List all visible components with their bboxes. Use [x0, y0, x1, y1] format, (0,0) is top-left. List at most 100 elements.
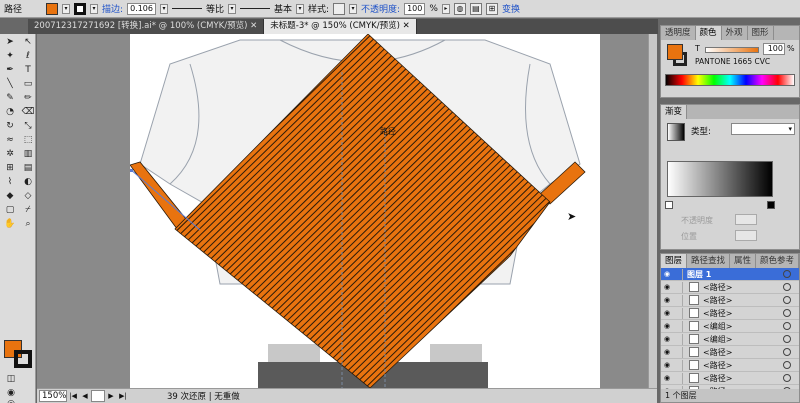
stroke-dropdown-icon[interactable]: ▾	[90, 3, 99, 14]
layer-item-row[interactable]: ◉ <路径>	[661, 307, 799, 320]
tab-appearance[interactable]: 外观	[722, 26, 748, 40]
target-icon[interactable]	[783, 322, 791, 330]
layer-item-row[interactable]: ◉ <编组>	[661, 320, 799, 333]
right-pant-top[interactable]	[430, 344, 482, 362]
eraser-icon[interactable]: ⌫	[21, 107, 35, 118]
eye-icon[interactable]: ◉	[661, 335, 673, 343]
gradient-thumbnail[interactable]	[667, 123, 685, 141]
layer-item-row[interactable]: ◉ <路径>	[661, 359, 799, 372]
tab-layers[interactable]: 图层	[661, 254, 688, 268]
target-icon[interactable]	[783, 296, 791, 304]
target-icon[interactable]	[783, 309, 791, 317]
lock-toggle[interactable]	[673, 359, 683, 371]
tint-slider[interactable]	[705, 47, 759, 53]
recolor-icon[interactable]: ◍	[453, 2, 466, 15]
layer-item-row[interactable]: ◉ <路径>	[661, 372, 799, 385]
eye-icon[interactable]: ◉	[661, 322, 673, 330]
live-paint-icon[interactable]: ◆	[3, 191, 17, 202]
prev-page-icon[interactable]: ◀	[79, 392, 91, 400]
blend-icon[interactable]: ◐	[21, 177, 35, 188]
rectangle-icon[interactable]: ▭	[21, 79, 35, 90]
anchor-point[interactable]	[130, 169, 133, 172]
free-transform-icon[interactable]: ⬚	[21, 135, 35, 146]
fill-swatch[interactable]	[46, 2, 59, 15]
blob-brush-icon[interactable]: ◔	[3, 107, 17, 118]
stroke-weight-dropdown-icon[interactable]: ▾	[159, 3, 168, 14]
line-icon[interactable]: ╲	[3, 79, 17, 90]
tab-graphic-styles[interactable]: 图形	[748, 26, 774, 40]
artboard-icon[interactable]: ▢	[3, 205, 17, 216]
tab-document-2[interactable]: 未标题-3* @ 150% (CMYK/预览) ✕	[264, 19, 417, 34]
eyedropper-icon[interactable]: ⌇	[3, 177, 17, 188]
zoom-icon[interactable]: ⌕	[21, 219, 35, 230]
slice-icon[interactable]: ⌿	[21, 205, 35, 216]
style-dropdown-icon[interactable]: ▾	[349, 3, 358, 14]
gradient-location-field[interactable]	[735, 230, 757, 241]
tab-gradient[interactable]: 渐变	[661, 105, 688, 119]
gradient-icon[interactable]: ▤	[21, 163, 35, 174]
symbol-sprayer-icon[interactable]: ✲	[3, 149, 17, 160]
vertical-scrollbar[interactable]	[648, 34, 657, 388]
live-paint-select-icon[interactable]: ◇	[21, 191, 35, 202]
layer-item-row[interactable]: ◉ <编组>	[661, 333, 799, 346]
direct-selection-icon[interactable]: ↖	[21, 37, 35, 48]
rotate-icon[interactable]: ↻	[3, 121, 17, 132]
lock-toggle[interactable]	[673, 346, 683, 358]
artboard[interactable]: 路径	[130, 34, 600, 388]
lock-toggle[interactable]	[673, 281, 683, 293]
color-fill-swatch[interactable]	[667, 44, 683, 60]
gradient-slider[interactable]	[667, 161, 773, 197]
magic-wand-icon[interactable]: ✦	[3, 51, 17, 62]
eye-icon[interactable]: ◉	[661, 270, 673, 278]
transform-link[interactable]: 变换	[502, 2, 520, 15]
pencil-icon[interactable]: ✏	[21, 93, 35, 104]
brush-dropdown-icon[interactable]: ▾	[296, 3, 304, 14]
pen-icon[interactable]: ✒	[3, 65, 17, 76]
paintbrush-icon[interactable]: ✎	[3, 93, 17, 104]
target-icon[interactable]	[783, 348, 791, 356]
scale-icon[interactable]: ⤡	[21, 121, 35, 132]
gradient-opacity-field[interactable]	[735, 214, 757, 225]
tab-attributes[interactable]: 属性	[730, 254, 757, 268]
tab-transparency[interactable]: 透明度	[661, 26, 696, 40]
lock-toggle[interactable]	[673, 294, 683, 306]
stroke-link[interactable]: 描边:	[102, 2, 123, 15]
layer-item-row[interactable]: ◉ <路径>	[661, 294, 799, 307]
graph-icon[interactable]: ▥	[21, 149, 35, 160]
tab-color[interactable]: 颜色	[695, 26, 722, 40]
type-icon[interactable]: T	[21, 65, 35, 76]
tab-document-1[interactable]: 200712317271692 [转换].ai* @ 100% (CMYK/预览…	[28, 19, 265, 34]
fill-dropdown-icon[interactable]: ▾	[62, 3, 71, 14]
stroke-swatch[interactable]	[74, 2, 87, 15]
color-spectrum[interactable]	[665, 74, 795, 86]
lock-toggle[interactable]	[673, 268, 683, 280]
opacity-link[interactable]: 不透明度:	[361, 2, 400, 15]
lock-toggle[interactable]	[673, 333, 683, 345]
lock-toggle[interactable]	[673, 372, 683, 384]
left-pant-top[interactable]	[268, 344, 320, 362]
eye-icon[interactable]: ◉	[661, 283, 673, 291]
gradient-stop-black[interactable]	[767, 201, 775, 209]
hand-icon[interactable]: ✋	[3, 219, 17, 230]
opacity-dropdown-icon[interactable]: ▸	[441, 3, 450, 14]
selection-icon[interactable]: ➤	[3, 37, 17, 48]
align-icon[interactable]: ⊞	[485, 2, 498, 15]
tab-pathfinder[interactable]: 路径查找	[687, 254, 731, 268]
canvas-area[interactable]: 路径 ➤	[37, 34, 657, 388]
target-icon[interactable]	[783, 335, 791, 343]
next-page-icon[interactable]: ▶	[105, 392, 117, 400]
target-icon[interactable]	[783, 270, 791, 278]
first-page-icon[interactable]: |◀	[67, 392, 79, 400]
profile-dropdown-icon[interactable]: ▾	[227, 3, 236, 14]
draw-mode-icon[interactable]: ◉ ◎	[4, 388, 18, 403]
stroke-color-box[interactable]	[14, 350, 32, 368]
last-page-icon[interactable]: ▶|	[117, 392, 129, 400]
eye-icon[interactable]: ◉	[661, 348, 673, 356]
warp-icon[interactable]: ≈	[3, 135, 17, 146]
tab-color-guide[interactable]: 颜色参考	[756, 254, 800, 268]
lock-toggle[interactable]	[673, 307, 683, 319]
style-swatch[interactable]	[333, 2, 346, 15]
target-icon[interactable]	[783, 361, 791, 369]
lock-toggle[interactable]	[673, 320, 683, 332]
page-field[interactable]	[91, 390, 105, 402]
